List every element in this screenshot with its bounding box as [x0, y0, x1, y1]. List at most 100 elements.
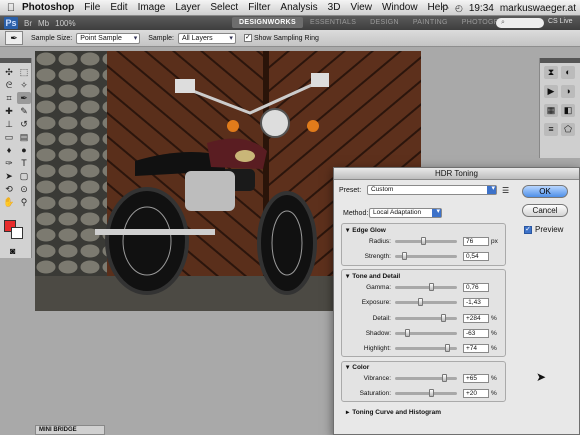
- radius-field[interactable]: 76: [463, 237, 489, 246]
- layers-panel-icon[interactable]: ◧: [561, 104, 575, 117]
- channels-panel-icon[interactable]: ≡: [544, 123, 558, 136]
- edge-glow-header[interactable]: ▾ Edge Glow: [346, 226, 386, 235]
- gamma-slider-knob[interactable]: [429, 283, 435, 291]
- workspace-essentials[interactable]: ESSENTIALS: [303, 17, 363, 28]
- ok-button[interactable]: OK: [522, 185, 568, 198]
- menu-filter[interactable]: Filter: [248, 2, 270, 13]
- help-search-field[interactable]: ⌕: [496, 18, 544, 28]
- workspace-designworks[interactable]: DESIGNWORKS: [232, 17, 303, 28]
- adjustments-panel-icon[interactable]: ◐: [561, 66, 575, 79]
- strength-slider[interactable]: [395, 252, 457, 260]
- healing-tool-icon[interactable]: ✚: [2, 105, 16, 117]
- path-select-tool-icon[interactable]: ➤: [2, 170, 16, 182]
- apple-icon[interactable]: : [0, 2, 22, 14]
- cs-live-button[interactable]: CS Live: [548, 18, 573, 25]
- radius-slider[interactable]: [395, 237, 457, 245]
- wifi-icon[interactable]: ◠: [441, 3, 449, 14]
- disclosure-open-icon: ▾: [346, 227, 350, 234]
- launch-bridge-icon[interactable]: Br: [24, 19, 32, 28]
- highlight-slider[interactable]: [395, 344, 457, 352]
- radius-slider-knob[interactable]: [420, 237, 426, 245]
- paths-panel-icon[interactable]: ⬠: [561, 123, 575, 136]
- 3d-camera-tool-icon[interactable]: ⊙: [17, 183, 31, 195]
- menu-view[interactable]: View: [350, 2, 372, 13]
- menubar-user[interactable]: markuswaeger.at: [500, 3, 576, 14]
- marquee-tool-icon[interactable]: ⬚: [17, 66, 31, 78]
- workspace-painting[interactable]: PAINTING: [406, 17, 455, 28]
- shadow-slider[interactable]: [395, 329, 457, 337]
- cancel-button[interactable]: Cancel: [522, 204, 568, 217]
- hand-tool-icon[interactable]: ✋: [2, 196, 16, 208]
- exposure-field[interactable]: -1,43: [463, 298, 489, 307]
- brush-tool-icon[interactable]: ✎: [17, 105, 31, 117]
- highlight-field[interactable]: +74: [463, 344, 489, 353]
- vibrance-field[interactable]: +65: [463, 374, 489, 383]
- history-panel-icon[interactable]: ⧗: [544, 66, 558, 79]
- toning-curve-header[interactable]: ▸ Toning Curve and Histogram: [346, 408, 441, 417]
- preset-menu-icon[interactable]: ☰: [502, 186, 509, 195]
- menu-select[interactable]: Select: [210, 2, 238, 13]
- eyedropper-icon[interactable]: ✒: [5, 31, 23, 45]
- exposure-slider[interactable]: [395, 298, 457, 306]
- quick-select-tool-icon[interactable]: ✧: [17, 79, 31, 91]
- launch-minibridge-icon[interactable]: Mb: [38, 19, 49, 28]
- tone-detail-header[interactable]: ▾ Tone and Detail: [346, 272, 400, 281]
- pen-tool-icon[interactable]: ✑: [2, 157, 16, 169]
- type-tool-icon[interactable]: T: [17, 157, 31, 169]
- dodge-tool-icon[interactable]: ●: [17, 144, 31, 156]
- saturation-slider-knob[interactable]: [429, 389, 435, 397]
- crop-tool-icon[interactable]: ⌗: [2, 92, 16, 104]
- strength-field[interactable]: 0,54: [463, 252, 489, 261]
- menu-3d[interactable]: 3D: [328, 2, 341, 13]
- gamma-slider[interactable]: [395, 283, 457, 291]
- dialog-title[interactable]: HDR Toning: [334, 168, 579, 180]
- strength-slider-knob[interactable]: [401, 252, 407, 260]
- detail-field[interactable]: +284: [463, 314, 489, 323]
- quick-mask-icon[interactable]: ◙: [10, 246, 15, 256]
- shape-tool-icon[interactable]: ▢: [17, 170, 31, 182]
- stamp-tool-icon[interactable]: ⊥: [2, 118, 16, 130]
- background-color-swatch[interactable]: [11, 227, 23, 239]
- gradient-tool-icon[interactable]: ▤: [17, 131, 31, 143]
- zoom-tool-icon[interactable]: ⚲: [17, 196, 31, 208]
- blur-tool-icon[interactable]: ♦: [2, 144, 16, 156]
- highlight-slider-knob[interactable]: [444, 344, 450, 352]
- gamma-field[interactable]: 0,76: [463, 283, 489, 292]
- sample-size-select[interactable]: Point Sample: [76, 32, 141, 44]
- preview-checkbox[interactable]: ✓ Preview: [524, 225, 563, 234]
- exposure-slider-knob[interactable]: [417, 298, 423, 306]
- zoom-level[interactable]: 100%: [55, 19, 75, 28]
- saturation-field[interactable]: +20: [463, 389, 489, 398]
- eraser-tool-icon[interactable]: ▭: [2, 131, 16, 143]
- 3d-rotate-tool-icon[interactable]: ⟲: [2, 183, 16, 195]
- method-select[interactable]: Local Adaptation ▾: [369, 208, 442, 218]
- menubar-time[interactable]: 19:34: [469, 3, 494, 14]
- mini-bridge-tab[interactable]: MINI BRIDGE: [35, 425, 105, 435]
- detail-slider[interactable]: [395, 314, 457, 322]
- detail-slider-knob[interactable]: [440, 314, 446, 322]
- app-menu[interactable]: Photoshop: [22, 2, 74, 13]
- shadow-field[interactable]: -63: [463, 329, 489, 338]
- vibrance-slider-knob[interactable]: [441, 374, 447, 382]
- eyedropper-tool-icon[interactable]: ✒: [17, 92, 31, 104]
- shadow-slider-knob[interactable]: [405, 329, 411, 337]
- menu-image[interactable]: Image: [138, 2, 166, 13]
- masks-panel-icon[interactable]: ◑: [561, 85, 575, 98]
- color-header[interactable]: ▾ Color: [346, 363, 369, 372]
- menu-window[interactable]: Window: [382, 2, 418, 13]
- menu-edit[interactable]: Edit: [110, 2, 127, 13]
- menu-layer[interactable]: Layer: [175, 2, 200, 13]
- show-sampling-ring-checkbox[interactable]: ✓ Show Sampling Ring: [243, 34, 319, 42]
- move-tool-icon[interactable]: ✣: [2, 66, 16, 78]
- lasso-tool-icon[interactable]: ᘓ: [2, 79, 16, 91]
- vibrance-slider[interactable]: [395, 374, 457, 382]
- saturation-slider[interactable]: [395, 389, 457, 397]
- workspace-design[interactable]: DESIGN: [363, 17, 406, 28]
- preset-select[interactable]: Custom ▾: [367, 185, 497, 195]
- sample-select[interactable]: All Layers: [177, 32, 236, 44]
- actions-panel-icon[interactable]: ▶: [544, 85, 558, 98]
- menu-analysis[interactable]: Analysis: [280, 2, 317, 13]
- history-brush-tool-icon[interactable]: ↺: [17, 118, 31, 130]
- swatches-panel-icon[interactable]: ▦: [544, 104, 558, 117]
- menu-file[interactable]: File: [84, 2, 100, 13]
